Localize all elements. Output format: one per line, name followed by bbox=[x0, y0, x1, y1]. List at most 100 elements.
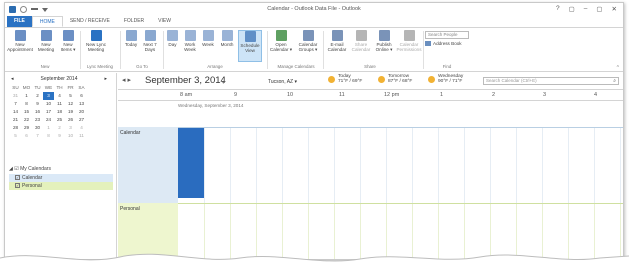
day-cell[interactable]: 25 bbox=[54, 116, 65, 124]
search-icon[interactable]: ⌕ bbox=[613, 78, 616, 84]
day-view-button[interactable]: Day bbox=[165, 30, 180, 62]
new-meeting-button[interactable]: New Meeting bbox=[35, 30, 57, 62]
search-people-input[interactable]: Search People bbox=[425, 31, 469, 39]
day-cell[interactable]: 2 bbox=[54, 124, 65, 132]
current-date-title: September 3, 2014 bbox=[145, 75, 226, 86]
day-cell[interactable]: 8 bbox=[43, 132, 54, 140]
date-nav-arrows[interactable]: ◂ ▸ bbox=[122, 76, 131, 84]
search-calendar-input[interactable]: Search Calendar (Ctrl+E) ⌕ bbox=[483, 77, 619, 85]
address-book-button[interactable]: Address Book bbox=[425, 41, 462, 47]
weather-temp: 90°F / 71°F bbox=[438, 79, 463, 84]
maximize-button[interactable]: ▢ bbox=[596, 5, 602, 13]
day-cell[interactable]: 17 bbox=[43, 108, 54, 116]
close-button[interactable]: ✕ bbox=[612, 5, 617, 13]
day-cell-selected[interactable]: 3 bbox=[43, 92, 54, 100]
day-cell[interactable]: 16 bbox=[32, 108, 43, 116]
address-book-label: Address Book bbox=[433, 41, 462, 46]
day-cell[interactable]: 15 bbox=[21, 108, 32, 116]
day-cell[interactable]: 10 bbox=[43, 100, 54, 108]
day-cell[interactable]: 4 bbox=[54, 92, 65, 100]
mini-calendar-next-icon[interactable]: ▸ bbox=[104, 76, 107, 82]
checkbox-icon[interactable]: ✓ bbox=[15, 175, 20, 181]
schedule-view-button[interactable]: Schedule View bbox=[238, 30, 262, 62]
day-cell[interactable]: 18 bbox=[54, 108, 65, 116]
calendar-groups-button[interactable]: Calendar Groups ▾ bbox=[295, 30, 321, 62]
calendar-permissions-button[interactable]: Calendar Permissions bbox=[396, 30, 422, 62]
minimize-button[interactable]: – bbox=[584, 5, 588, 13]
day-cell[interactable]: 1 bbox=[43, 124, 54, 132]
day-cell[interactable]: 22 bbox=[21, 116, 32, 124]
day-cell[interactable]: 3 bbox=[65, 124, 76, 132]
busy-block[interactable] bbox=[178, 128, 204, 198]
day-cell[interactable]: 4 bbox=[76, 124, 87, 132]
day-cell[interactable]: 6 bbox=[76, 92, 87, 100]
day-cell[interactable]: 6 bbox=[21, 132, 32, 140]
week-view-button[interactable]: Week bbox=[200, 30, 216, 62]
day-cell[interactable]: 14 bbox=[10, 108, 21, 116]
checkbox-icon[interactable]: ✓ bbox=[15, 183, 20, 189]
today-button[interactable]: Today bbox=[122, 30, 140, 62]
new-items-button[interactable]: New Items ▾ bbox=[58, 30, 78, 62]
calendar-item-personal[interactable]: ✓ Personal bbox=[9, 182, 113, 190]
work-week-view-button[interactable]: Work Week bbox=[182, 30, 198, 62]
day-cell[interactable]: 23 bbox=[32, 116, 43, 124]
email-calendar-button[interactable]: E-mail Calendar bbox=[325, 30, 349, 62]
day-cell[interactable]: 9 bbox=[32, 100, 43, 108]
day-cell[interactable]: 11 bbox=[76, 132, 87, 140]
day-cell[interactable]: 24 bbox=[43, 116, 54, 124]
day-cell[interactable]: 7 bbox=[32, 132, 43, 140]
day-cell[interactable]: 27 bbox=[76, 116, 87, 124]
calendar-item-calendar[interactable]: ✓ Calendar bbox=[9, 174, 113, 182]
day-cell[interactable]: 2 bbox=[32, 92, 43, 100]
day-cell[interactable]: 12 bbox=[65, 100, 76, 108]
month-view-button[interactable]: Month bbox=[218, 30, 236, 62]
day-cell[interactable]: 31 bbox=[10, 92, 21, 100]
day-cell[interactable]: 5 bbox=[10, 132, 21, 140]
collapse-ribbon-button[interactable]: ^ bbox=[617, 65, 619, 71]
ribbon-display-button[interactable]: ▢ bbox=[569, 5, 575, 13]
day-cell[interactable]: 29 bbox=[21, 124, 32, 132]
schedule-rows: Calendar Personal bbox=[118, 111, 623, 259]
day-cell[interactable]: 9 bbox=[54, 132, 65, 140]
weather-wednesday: Wednesday 90°F / 71°F bbox=[428, 74, 463, 84]
day-cell[interactable]: 11 bbox=[54, 100, 65, 108]
day-cell[interactable]: 1 bbox=[21, 92, 32, 100]
day-cell[interactable]: 19 bbox=[65, 108, 76, 116]
calendar-timeslots[interactable] bbox=[178, 127, 623, 203]
day-cell[interactable]: 26 bbox=[65, 116, 76, 124]
calendar-item-label: Calendar bbox=[22, 175, 43, 181]
tab-folder[interactable]: FOLDER bbox=[117, 16, 151, 27]
day-cell[interactable]: 8 bbox=[21, 100, 32, 108]
button-label: Meeting bbox=[37, 47, 55, 52]
tab-send-receive[interactable]: SEND / RECEIVE bbox=[63, 16, 117, 27]
new-lync-meeting-button[interactable]: New Lync Meeting bbox=[81, 30, 111, 62]
tab-view[interactable]: VIEW bbox=[151, 16, 178, 27]
publish-online-button[interactable]: Publish Online ▾ bbox=[373, 30, 395, 62]
day-cell[interactable]: 28 bbox=[10, 124, 21, 132]
row-label-calendar[interactable]: Calendar bbox=[118, 127, 178, 203]
share-calendar-button[interactable]: Share Calendar bbox=[350, 30, 372, 62]
weather-location-dropdown[interactable]: Tucson, AZ ▾ bbox=[268, 79, 297, 85]
day-cell[interactable]: 13 bbox=[76, 100, 87, 108]
day-cell[interactable]: 21 bbox=[10, 116, 21, 124]
mini-calendar-prev-icon[interactable]: ◂ bbox=[11, 76, 14, 82]
day-cell[interactable]: 10 bbox=[65, 132, 76, 140]
day-cell[interactable]: 7 bbox=[10, 100, 21, 108]
button-label: Week bbox=[202, 42, 214, 47]
day-cell[interactable]: 30 bbox=[32, 124, 43, 132]
open-calendar-button[interactable]: Open Calendar ▾ bbox=[269, 30, 293, 62]
button-label: Week bbox=[184, 47, 196, 52]
day-cell[interactable]: 5 bbox=[65, 92, 76, 100]
next-7-days-button[interactable]: Next 7 Days bbox=[141, 30, 159, 62]
my-calendars-header[interactable]: ◢ ☑ My Calendars bbox=[9, 165, 113, 174]
new-appointment-button[interactable]: New Appointment bbox=[6, 30, 34, 62]
sun-icon bbox=[428, 76, 435, 83]
day-cell[interactable]: 20 bbox=[76, 108, 87, 116]
mini-calendar-week: 31 1 2 3 4 5 6 bbox=[10, 92, 110, 100]
help-button[interactable]: ? bbox=[556, 5, 560, 13]
button-label: Meeting bbox=[87, 47, 105, 52]
tab-file[interactable]: FILE bbox=[7, 16, 32, 27]
tab-home[interactable]: HOME bbox=[31, 16, 63, 27]
mini-calendar-week: 21 22 23 24 25 26 27 bbox=[10, 116, 110, 124]
date-dropdown-icon[interactable]: ▾ bbox=[222, 80, 225, 86]
